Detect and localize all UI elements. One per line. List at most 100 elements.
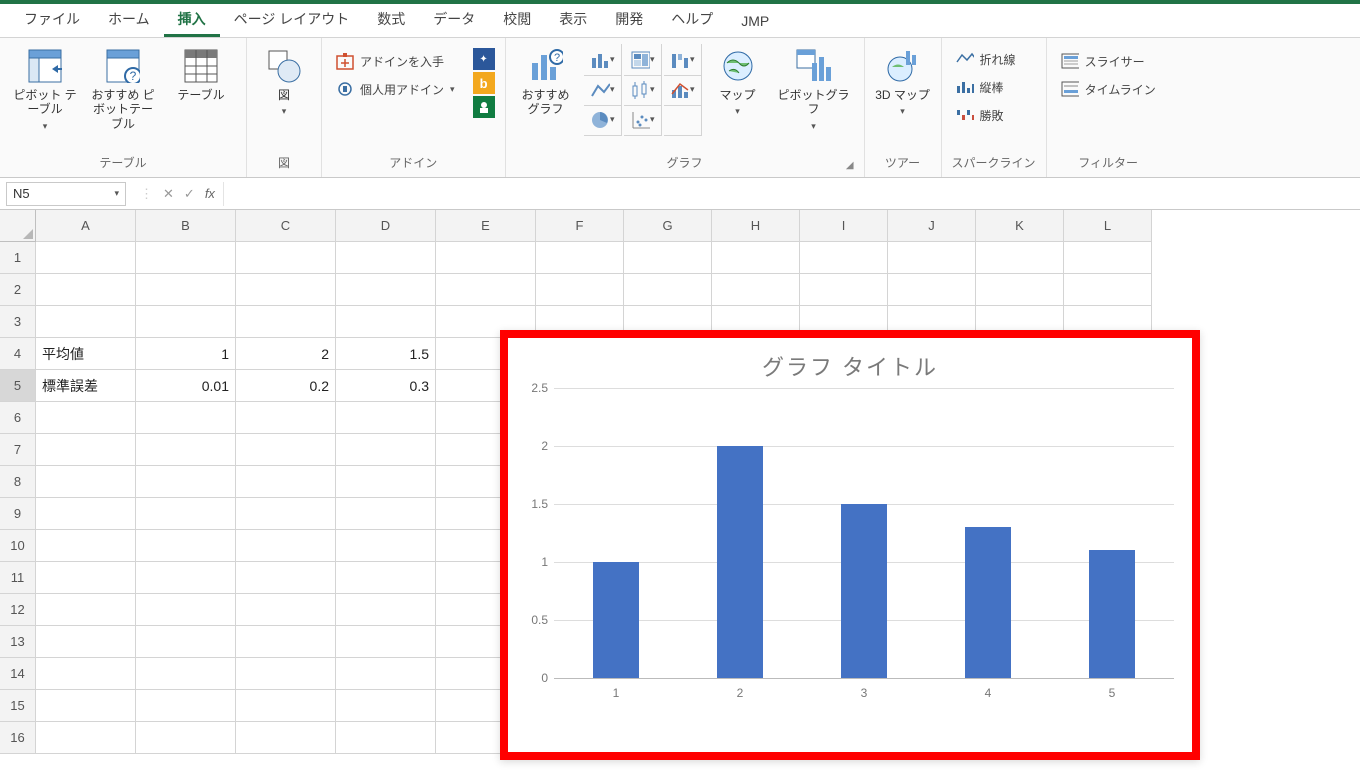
column-header-H[interactable]: H bbox=[712, 210, 800, 242]
my-addins-button[interactable]: 個人用アドイン ▾ bbox=[332, 78, 459, 100]
row-header-10[interactable]: 10 bbox=[0, 530, 36, 562]
fx-icon[interactable]: fx bbox=[205, 186, 215, 201]
illustrations-button[interactable]: 図 ▾ bbox=[257, 44, 311, 117]
row-header-6[interactable]: 6 bbox=[0, 402, 36, 434]
cell-K1[interactable] bbox=[976, 242, 1064, 274]
cell-A4[interactable]: 平均値 bbox=[36, 338, 136, 370]
cell-B6[interactable] bbox=[136, 402, 236, 434]
row-header-1[interactable]: 1 bbox=[0, 242, 36, 274]
cell-C3[interactable] bbox=[236, 306, 336, 338]
tab-校閲[interactable]: 校閲 bbox=[489, 3, 545, 37]
chart-object[interactable]: グラフ タイトル 00.511.522.5 12345 bbox=[500, 330, 1200, 760]
cell-A2[interactable] bbox=[36, 274, 136, 306]
sparkline-column-button[interactable]: 縦棒 bbox=[952, 76, 1020, 98]
tab-ヘルプ[interactable]: ヘルプ bbox=[657, 3, 727, 37]
cell-D3[interactable] bbox=[336, 306, 436, 338]
cell-C4[interactable]: 2 bbox=[236, 338, 336, 370]
cell-A9[interactable] bbox=[36, 498, 136, 530]
chart-bar[interactable] bbox=[717, 446, 763, 678]
cell-J1[interactable] bbox=[888, 242, 976, 274]
formula-more-icon[interactable]: ⋮ bbox=[140, 186, 153, 202]
column-header-G[interactable]: G bbox=[624, 210, 712, 242]
cell-B16[interactable] bbox=[136, 722, 236, 754]
row-header-13[interactable]: 13 bbox=[0, 626, 36, 658]
cell-B4[interactable]: 1 bbox=[136, 338, 236, 370]
tab-データ[interactable]: データ bbox=[419, 3, 489, 37]
tab-開発[interactable]: 開発 bbox=[601, 3, 657, 37]
cell-C16[interactable] bbox=[236, 722, 336, 754]
line-chart-button[interactable]: ▾ bbox=[584, 74, 622, 106]
waterfall-chart-button[interactable]: ▾ bbox=[664, 44, 702, 76]
cell-A11[interactable] bbox=[36, 562, 136, 594]
cell-B15[interactable] bbox=[136, 690, 236, 722]
cell-D6[interactable] bbox=[336, 402, 436, 434]
dialog-launcher-icon[interactable]: ◢ bbox=[846, 160, 854, 171]
cell-D12[interactable] bbox=[336, 594, 436, 626]
cell-C14[interactable] bbox=[236, 658, 336, 690]
cell-A12[interactable] bbox=[36, 594, 136, 626]
map-button[interactable]: マップ ▾ bbox=[710, 44, 766, 117]
cell-D2[interactable] bbox=[336, 274, 436, 306]
column-chart-button[interactable]: ▾ bbox=[584, 44, 622, 76]
cell-C7[interactable] bbox=[236, 434, 336, 466]
cell-C5[interactable]: 0.2 bbox=[236, 370, 336, 402]
cell-C15[interactable] bbox=[236, 690, 336, 722]
cell-B11[interactable] bbox=[136, 562, 236, 594]
cell-B1[interactable] bbox=[136, 242, 236, 274]
scatter-chart-button[interactable]: ▾ bbox=[624, 104, 662, 136]
name-box[interactable]: N5▾ bbox=[6, 182, 126, 206]
cell-I1[interactable] bbox=[800, 242, 888, 274]
cell-B10[interactable] bbox=[136, 530, 236, 562]
cell-A1[interactable] bbox=[36, 242, 136, 274]
cell-B5[interactable]: 0.01 bbox=[136, 370, 236, 402]
cell-C2[interactable] bbox=[236, 274, 336, 306]
cell-D11[interactable] bbox=[336, 562, 436, 594]
bing-icon[interactable]: b bbox=[473, 72, 495, 94]
recommended-pivot-button[interactable]: ? おすすめ ピボットテーブル bbox=[88, 44, 158, 131]
cell-B8[interactable] bbox=[136, 466, 236, 498]
chart-bar[interactable] bbox=[841, 504, 887, 678]
chart-bar[interactable] bbox=[965, 527, 1011, 678]
row-header-16[interactable]: 16 bbox=[0, 722, 36, 754]
cell-A7[interactable] bbox=[36, 434, 136, 466]
recommended-charts-button[interactable]: ? おすすめ グラフ bbox=[516, 44, 576, 117]
cancel-formula-icon[interactable]: ✕ bbox=[163, 186, 174, 202]
sparkline-line-button[interactable]: 折れ線 bbox=[952, 48, 1020, 70]
cell-B14[interactable] bbox=[136, 658, 236, 690]
cell-C6[interactable] bbox=[236, 402, 336, 434]
tab-挿入[interactable]: 挿入 bbox=[164, 3, 220, 37]
formula-input[interactable] bbox=[224, 182, 1360, 206]
people-graph-icon[interactable] bbox=[473, 96, 495, 118]
chart-bar[interactable] bbox=[593, 562, 639, 678]
cell-A8[interactable] bbox=[36, 466, 136, 498]
tab-ホーム[interactable]: ホーム bbox=[94, 3, 164, 37]
enter-formula-icon[interactable]: ✓ bbox=[184, 186, 195, 202]
sparkline-winloss-button[interactable]: 勝敗 bbox=[952, 104, 1020, 126]
cell-I2[interactable] bbox=[800, 274, 888, 306]
cell-L2[interactable] bbox=[1064, 274, 1152, 306]
select-all-corner[interactable] bbox=[0, 210, 36, 242]
cell-B3[interactable] bbox=[136, 306, 236, 338]
column-header-K[interactable]: K bbox=[976, 210, 1064, 242]
cell-D15[interactable] bbox=[336, 690, 436, 722]
row-header-4[interactable]: 4 bbox=[0, 338, 36, 370]
row-header-7[interactable]: 7 bbox=[0, 434, 36, 466]
cell-A6[interactable] bbox=[36, 402, 136, 434]
tab-数式[interactable]: 数式 bbox=[363, 3, 419, 37]
cell-C8[interactable] bbox=[236, 466, 336, 498]
row-header-9[interactable]: 9 bbox=[0, 498, 36, 530]
cell-D14[interactable] bbox=[336, 658, 436, 690]
row-header-3[interactable]: 3 bbox=[0, 306, 36, 338]
cell-C11[interactable] bbox=[236, 562, 336, 594]
combo-chart-button[interactable]: ▾ bbox=[664, 74, 702, 106]
cell-B9[interactable] bbox=[136, 498, 236, 530]
column-header-E[interactable]: E bbox=[436, 210, 536, 242]
chart-plot-area[interactable]: 00.511.522.5 bbox=[554, 388, 1174, 678]
cell-J2[interactable] bbox=[888, 274, 976, 306]
row-header-11[interactable]: 11 bbox=[0, 562, 36, 594]
cell-A15[interactable] bbox=[36, 690, 136, 722]
column-header-D[interactable]: D bbox=[336, 210, 436, 242]
cell-D9[interactable] bbox=[336, 498, 436, 530]
column-header-J[interactable]: J bbox=[888, 210, 976, 242]
cell-D1[interactable] bbox=[336, 242, 436, 274]
